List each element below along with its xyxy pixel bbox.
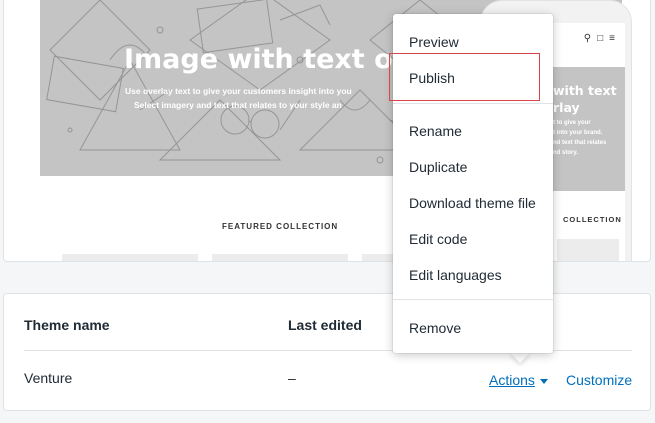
menu-item-rename[interactable]: Rename: [409, 123, 462, 139]
menu-divider: [393, 299, 553, 300]
publish-highlight-box: [389, 53, 540, 101]
theme-preview-card: Image with text ove Use overlay text to …: [3, 0, 651, 262]
theme-name-header: Theme name: [24, 317, 110, 333]
mobile-hero-title-line: rlay: [553, 100, 580, 115]
product-placeholder: [212, 254, 348, 261]
product-placeholder: [62, 254, 198, 261]
menu-divider: [393, 103, 553, 104]
caret-down-icon: [539, 378, 548, 384]
menu-icon: ≡: [609, 33, 621, 44]
menu-item-duplicate[interactable]: Duplicate: [409, 159, 467, 175]
search-icon: ⚲: [583, 33, 598, 44]
menu-item-download-theme-file[interactable]: Download theme file: [409, 195, 536, 211]
menu-item-edit-languages[interactable]: Edit languages: [409, 267, 502, 283]
mobile-hero-subtitle-line: t into your brand.: [553, 130, 603, 136]
customize-button[interactable]: Customize: [566, 372, 632, 388]
last-edited-cell: –: [288, 370, 296, 386]
hero-subtitle-line: Use overlay text to give your customers …: [125, 86, 352, 96]
mobile-hero-subtitle-line: nd text that relates: [553, 140, 607, 146]
hero-title: Image with text ove: [124, 44, 429, 75]
hero-subtitle-line: Select imagery and text that relates to …: [134, 100, 342, 110]
cart-icon: □: [597, 33, 610, 44]
actions-label: Actions: [489, 372, 535, 388]
mobile-hero-subtitle: t to give your t into your brand. nd tex…: [553, 118, 606, 158]
mobile-featured-heading: COLLECTION: [563, 215, 622, 224]
mobile-hero-subtitle-line: nd story.: [553, 150, 578, 156]
menu-item-remove[interactable]: Remove: [409, 320, 461, 336]
last-edited-header: Last edited: [288, 317, 362, 333]
theme-table-card: Theme name Last edited Venture – Actions…: [3, 293, 651, 411]
theme-name-cell: Venture: [24, 370, 73, 386]
hero-subtitle: Use overlay text to give your customers …: [125, 84, 352, 112]
mobile-product-placeholder: [557, 239, 619, 261]
actions-button[interactable]: Actions: [489, 372, 548, 388]
featured-collection-heading: FEATURED COLLECTION: [222, 222, 339, 231]
mobile-hero-title: with text rlay: [553, 82, 617, 116]
mobile-hero-title-line: with text: [553, 83, 617, 98]
mobile-header-icons: ⚲□≡: [584, 33, 621, 44]
menu-item-edit-code[interactable]: Edit code: [409, 231, 467, 247]
mobile-hero-subtitle-line: t to give your: [553, 120, 591, 126]
menu-item-preview[interactable]: Preview: [409, 34, 459, 50]
